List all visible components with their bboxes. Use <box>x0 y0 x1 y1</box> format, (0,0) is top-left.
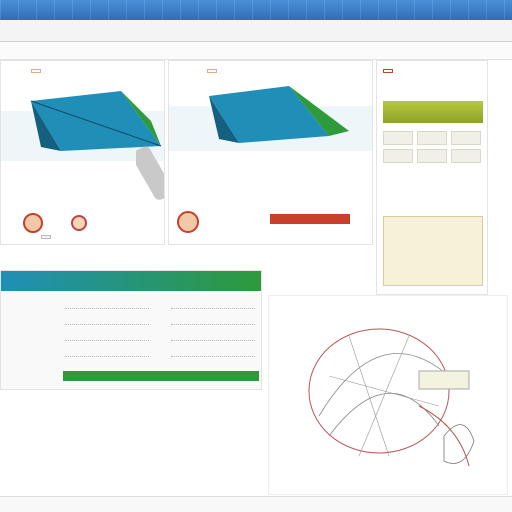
right-spec-card[interactable] <box>376 60 488 295</box>
flower-pin-icon <box>71 215 87 231</box>
left-card-button[interactable] <box>41 235 51 239</box>
window-title-bar <box>0 0 512 20</box>
spec-table-panel <box>0 270 262 390</box>
flower-pin-icon <box>177 211 199 233</box>
price-tag <box>262 208 362 238</box>
price-tag-stripe <box>270 214 350 224</box>
stake-bundle-icon <box>136 146 164 200</box>
sketch-panel <box>268 295 508 495</box>
left-product-card[interactable] <box>0 60 165 245</box>
left-card-title <box>31 69 41 73</box>
status-bar <box>0 496 512 512</box>
menu-bar <box>0 20 512 42</box>
wireframe-sketch-image <box>308 328 475 467</box>
spec-row <box>383 131 481 145</box>
table-column <box>65 297 149 361</box>
middle-card-title <box>207 69 217 73</box>
right-card-title <box>383 69 393 73</box>
spec-row <box>383 149 481 163</box>
table-header-strip <box>1 271 261 291</box>
table-column <box>171 297 255 361</box>
table-footer-strip <box>63 371 259 381</box>
spec-image <box>383 216 483 286</box>
spec-header-bar <box>383 101 483 123</box>
flower-pin-icon <box>23 213 43 233</box>
sub-toolbar <box>0 42 512 60</box>
tent-image <box>169 86 372 151</box>
